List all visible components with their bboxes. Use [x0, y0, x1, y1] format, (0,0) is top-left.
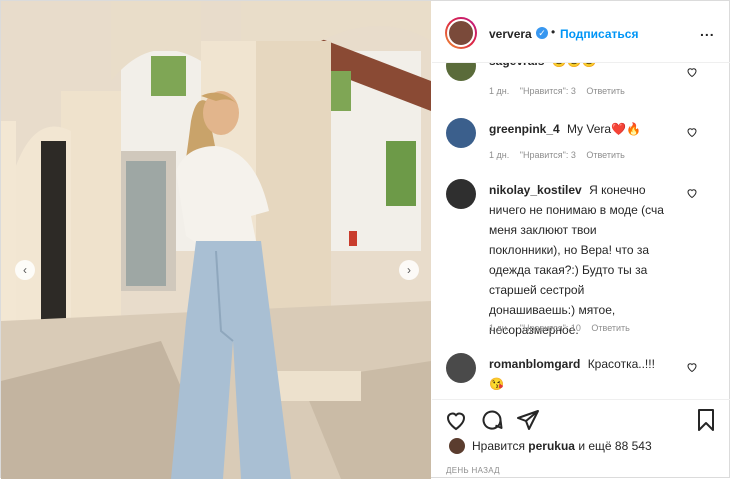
comments-list[interactable]: sagevrals 😊😊😊 1 дн. "Нравится": 3 Ответи…	[432, 63, 730, 399]
comment-meta: 1 дн. "Нравится": 3 Ответить	[489, 86, 633, 96]
bookmark-icon[interactable]	[694, 408, 718, 432]
likes-count[interactable]: и ещё 88 543	[578, 439, 651, 453]
likes-prefix: Нравится	[472, 439, 525, 453]
comment-body: romanblomgard Красотка..!!! 😘	[489, 354, 669, 394]
liker-username[interactable]: perukua	[528, 439, 575, 453]
comment-likes[interactable]: "Нравится": 10	[520, 323, 581, 333]
post-timestamp[interactable]: ДЕНЬ НАЗАД	[446, 466, 500, 475]
comment-body: greenpink_4 My Vera❤️🔥	[489, 119, 689, 139]
comment-body: sagevrals 😊😊😊	[489, 63, 689, 71]
comment-time[interactable]: 1 дн.	[489, 323, 509, 333]
comment-heart-icon[interactable]	[686, 187, 698, 199]
reply-button[interactable]: Ответить	[591, 323, 629, 333]
commenter-avatar[interactable]	[446, 353, 476, 383]
verified-badge-icon: ✓	[536, 27, 548, 39]
commenter-avatar[interactable]	[446, 118, 476, 148]
commenter-avatar[interactable]	[446, 179, 476, 209]
post-photo[interactable]: ‹ ›	[1, 1, 431, 479]
comment-text: 😊😊😊	[552, 63, 597, 68]
separator-dot: •	[551, 25, 556, 39]
liker-avatar[interactable]	[449, 438, 465, 454]
commenter-avatar[interactable]	[446, 63, 476, 81]
comment-likes[interactable]: "Нравится": 3	[520, 150, 576, 160]
commenter-username[interactable]: sagevrals	[489, 63, 544, 68]
post-header: ververa ✓ • Подписаться ...	[432, 1, 730, 63]
author-username[interactable]: ververa	[489, 27, 532, 41]
next-photo-button[interactable]: ›	[399, 260, 419, 280]
comment-icon[interactable]	[480, 408, 504, 432]
comment-heart-icon[interactable]	[686, 126, 698, 138]
instagram-post: ‹ › ververa ✓ • Подписаться ... sagevral…	[0, 0, 730, 479]
commenter-username[interactable]: romanblomgard	[489, 357, 580, 371]
likes-summary[interactable]: Нравится perukua и ещё 88 543	[472, 439, 652, 453]
commenter-username[interactable]: nikolay_kostilev	[489, 183, 582, 197]
reply-button[interactable]: Ответить	[586, 86, 624, 96]
story-ring[interactable]	[445, 17, 477, 49]
comment-body: nikolay_kostilev Я конечно ничего не пон…	[489, 180, 669, 340]
comment-time[interactable]: 1 дн.	[489, 150, 509, 160]
comment-text: Я конечно ничего не понимаю в моде (сча …	[489, 183, 664, 337]
follow-button[interactable]: Подписаться	[560, 27, 638, 41]
author-avatar[interactable]	[447, 19, 475, 47]
comment-likes[interactable]: "Нравится": 3	[520, 86, 576, 96]
share-icon[interactable]	[516, 408, 540, 432]
more-options-button[interactable]: ...	[700, 23, 715, 39]
reply-button[interactable]: Ответить	[586, 150, 624, 160]
comment-time[interactable]: 1 дн.	[489, 86, 509, 96]
comment-heart-icon[interactable]	[686, 66, 698, 78]
prev-photo-button[interactable]: ‹	[15, 260, 35, 280]
comment-meta: 1 дн. "Нравится": 10 Ответить	[489, 323, 638, 333]
commenter-username[interactable]: greenpink_4	[489, 122, 560, 136]
comment-text: My Vera❤️🔥	[567, 122, 641, 136]
post-side-panel: ververa ✓ • Подписаться ... sagevrals 😊😊…	[432, 1, 730, 479]
comment-heart-icon[interactable]	[686, 361, 698, 373]
heart-icon[interactable]	[444, 408, 468, 432]
comment-meta: 1 дн. "Нравится": 3 Ответить	[489, 150, 633, 160]
photo-scene	[1, 1, 431, 479]
